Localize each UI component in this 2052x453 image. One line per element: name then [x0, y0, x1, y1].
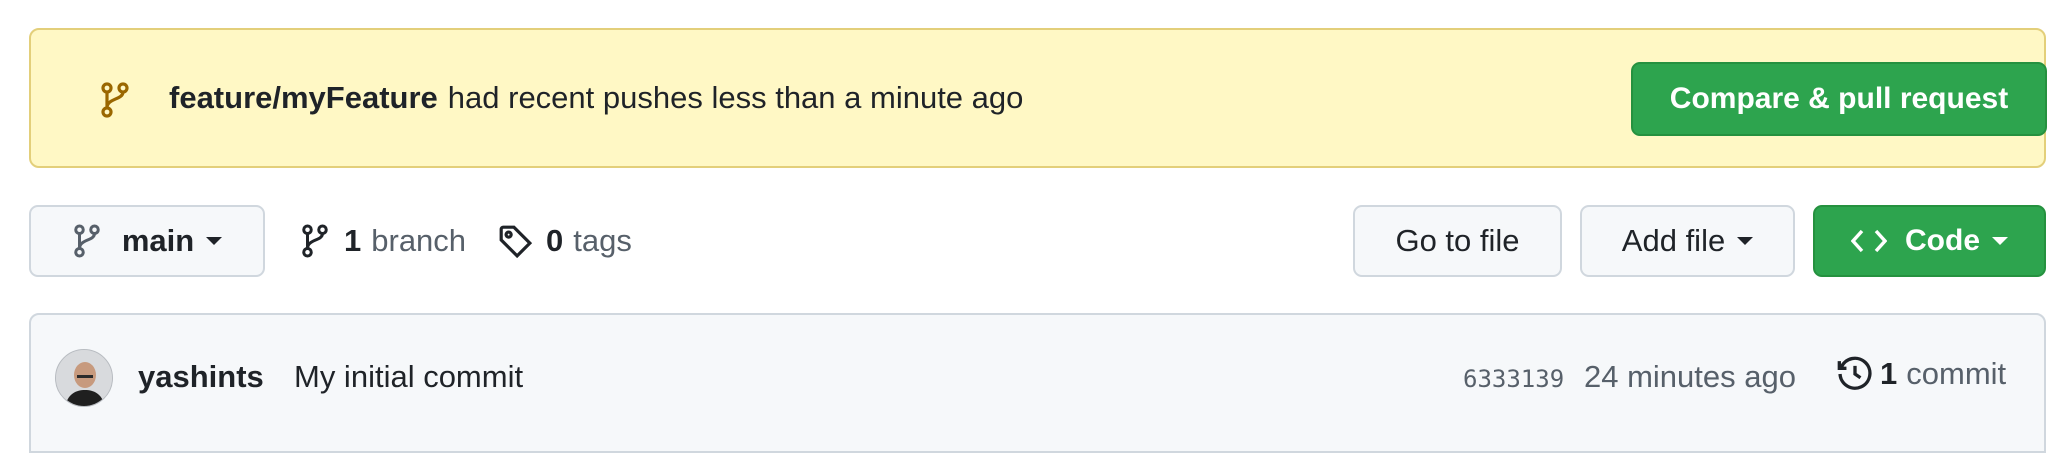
recent-push-banner: feature/myFeature had recent pushes less… [29, 28, 2047, 168]
tag-icon [499, 225, 532, 258]
commit-label: commit [1906, 356, 2007, 391]
branch-count: 1 [344, 223, 362, 258]
tag-label: tags [573, 223, 632, 258]
chevron-down-icon [1992, 237, 2008, 245]
git-branch-icon [74, 224, 100, 258]
go-to-file-button[interactable]: Go to file [1353, 205, 1562, 277]
code-button[interactable]: Code [1813, 205, 2046, 277]
commit-history-link[interactable]: 1 commit [1836, 355, 2006, 393]
chevron-down-icon [1737, 237, 1754, 245]
git-branch-icon [302, 224, 328, 258]
add-file-label: Add file [1621, 223, 1726, 258]
branch-selector[interactable]: main [29, 205, 265, 277]
avatar-image [56, 350, 112, 406]
branches-link[interactable]: 1 branch [300, 205, 466, 277]
code-label: Code [1905, 224, 1980, 257]
commit-sha-link[interactable]: 6333139 [1463, 365, 1564, 393]
tags-link[interactable]: 0 tags [498, 205, 632, 277]
avatar[interactable] [55, 349, 113, 407]
add-file-button[interactable]: Add file [1580, 205, 1795, 277]
commit-message-link[interactable]: My initial commit [294, 359, 523, 395]
code-icon [1851, 229, 1887, 253]
compare-pull-request-button[interactable]: Compare & pull request [1631, 62, 2047, 136]
current-branch-label: main [121, 223, 195, 258]
git-branch-icon [101, 82, 129, 118]
commit-time: 24 minutes ago [1584, 359, 1796, 394]
commit-author-link[interactable]: yashints [138, 359, 264, 395]
chevron-down-icon [206, 237, 223, 245]
commit-count: 1 [1880, 356, 1898, 391]
latest-commit-bar: yashints My initial commit 6333139 24 mi… [29, 313, 2046, 453]
banner-branch-name[interactable]: feature/myFeature [169, 80, 438, 116]
banner-message: feature/myFeature had recent pushes less… [169, 30, 1023, 166]
tag-count: 0 [546, 223, 564, 258]
history-icon [1837, 356, 1872, 390]
go-to-file-label: Go to file [1395, 223, 1520, 258]
branch-label: branch [371, 223, 467, 258]
banner-text: had recent pushes less than a minute ago [447, 80, 1024, 115]
